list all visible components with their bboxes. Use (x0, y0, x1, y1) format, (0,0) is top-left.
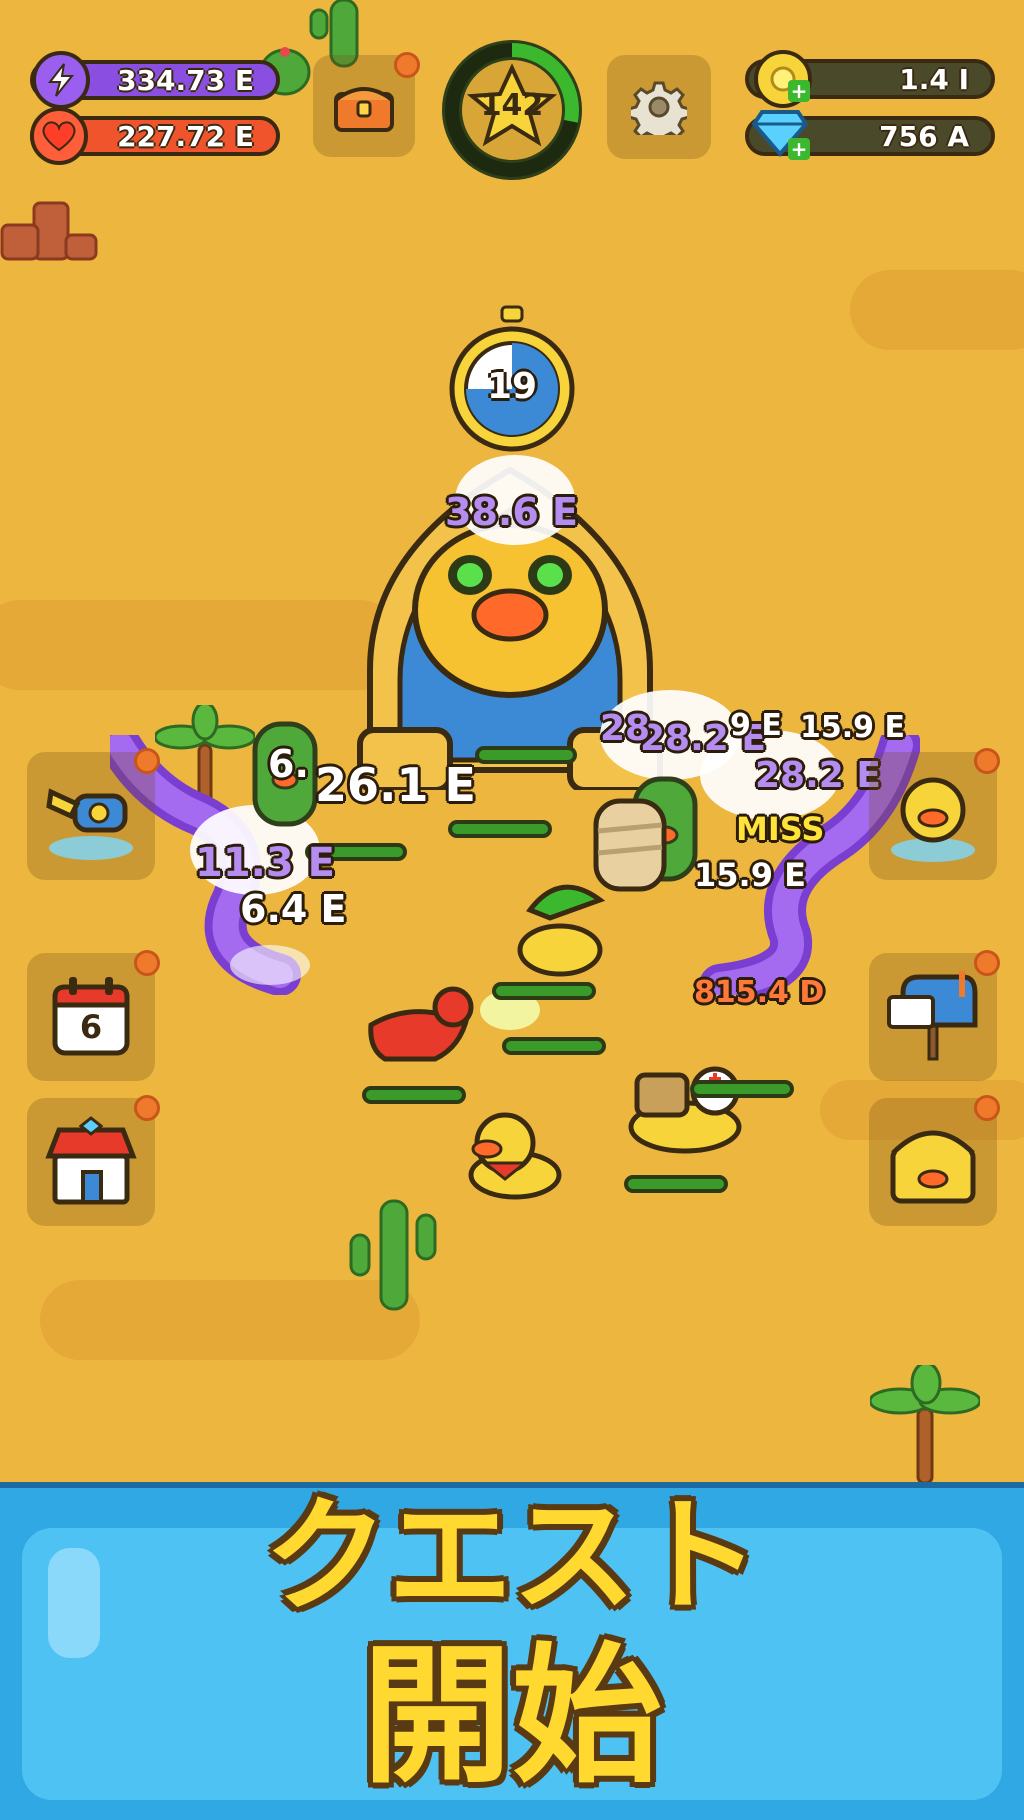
settings-button[interactable] (607, 55, 711, 159)
damage-number: 26.1 E (315, 758, 476, 812)
health-value: 227.72 E (117, 119, 254, 153)
water-cannon-button[interactable] (27, 752, 155, 880)
miss-text: MISS (736, 810, 825, 848)
add-gem-icon[interactable]: + (788, 138, 810, 160)
mailbox-icon (887, 971, 978, 1061)
hp-bar (690, 1080, 794, 1098)
damage-number: 28.2 E (755, 755, 881, 796)
hp-bar (502, 1037, 606, 1055)
yellow-duck-hero[interactable] (465, 1105, 565, 1200)
treasure-chest-icon (890, 1130, 976, 1204)
shop-button[interactable] (27, 1098, 155, 1226)
damage-number: 6. (268, 742, 309, 786)
hp-bar (624, 1175, 728, 1193)
quest-title-line2: 開始 (361, 1630, 662, 1804)
notification-dot (134, 748, 160, 774)
hp-bar (492, 982, 596, 1000)
hp-bar (475, 746, 577, 764)
brick-ruins (0, 201, 98, 261)
boss-timer: 19 (486, 366, 538, 407)
red-duck-hero[interactable] (365, 985, 475, 1065)
notification-dot (394, 52, 420, 78)
level-number: 142 (480, 88, 544, 123)
notification-dot (974, 950, 1000, 976)
gold-value: 1.4 I (899, 62, 969, 96)
damage-number: 9 E (730, 708, 782, 743)
energy-value: 334.73 E (117, 63, 254, 97)
lightning-icon (32, 51, 90, 109)
tank-duck-hero[interactable] (625, 1055, 745, 1155)
notification-dot (134, 950, 160, 976)
cactus (349, 1199, 437, 1311)
damage-number: 11.3 E (195, 840, 335, 886)
damage-number: 15.9 E (800, 710, 905, 745)
damage-number: 815.4 D (694, 975, 825, 1010)
notification-dot (134, 1095, 160, 1121)
hp-bar (362, 1086, 466, 1104)
damage-number: 6.4 E (240, 887, 347, 931)
calendar-day: 6 (79, 1008, 103, 1046)
duck-swap-button[interactable] (869, 752, 997, 880)
damage-number: 15.9 E (694, 856, 806, 894)
water-cannon-icon (46, 788, 133, 860)
notification-dot (974, 748, 1000, 774)
damage-number: 28 (600, 708, 651, 749)
add-gold-icon[interactable]: + (788, 80, 810, 102)
gem-value: 756 A (879, 119, 969, 153)
gear-icon (631, 81, 687, 135)
notification-dot (974, 1095, 1000, 1121)
shop-icon (45, 1116, 137, 1205)
damage-number: 38.6 E (445, 490, 578, 534)
hit-burst (230, 945, 310, 985)
heart-icon (30, 107, 88, 165)
duck-swap-icon (891, 777, 975, 862)
sand-patch (850, 270, 1024, 350)
hp-bar (448, 820, 552, 838)
chest-icon (334, 87, 394, 132)
archer-duck-hero[interactable] (510, 870, 610, 980)
